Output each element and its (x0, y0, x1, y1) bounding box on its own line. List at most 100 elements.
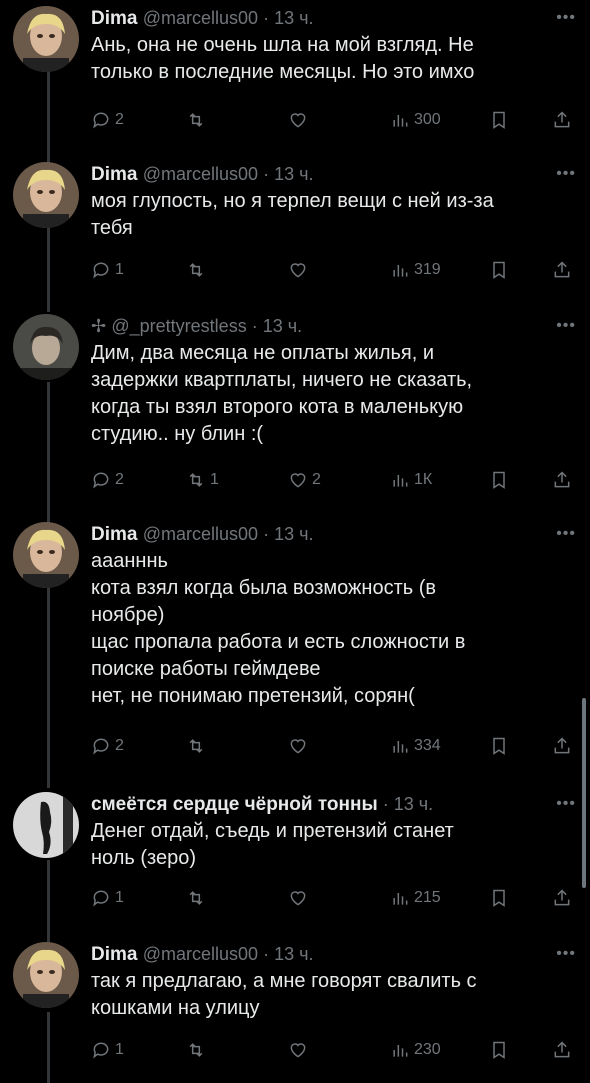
retweet-button[interactable] (186, 108, 210, 132)
views-icon (393, 1045, 408, 1057)
tweet-text: Денег отдай, съедь и претензий станет но… (91, 820, 454, 869)
timestamp[interactable]: 13 ч. (263, 316, 302, 336)
author-handle[interactable]: @marcellus00 (143, 8, 258, 28)
timestamp[interactable]: 13 ч. (274, 8, 313, 28)
views-button[interactable]: 1К (390, 468, 432, 492)
more-icon[interactable]: ••• (556, 162, 576, 186)
tweet[interactable]: ✢ @_prettyrestless · 13 ч. ••• Дим, два … (0, 314, 590, 504)
heart-icon (290, 263, 306, 278)
author-name[interactable]: Dima (91, 944, 137, 965)
like-button[interactable] (288, 734, 312, 758)
share-button[interactable] (552, 258, 572, 282)
retweet-icon (189, 473, 203, 487)
reply-button[interactable]: 1 (91, 258, 124, 282)
reply-button[interactable]: 1 (91, 1038, 124, 1062)
more-icon[interactable]: ••• (556, 522, 576, 546)
like-button[interactable] (288, 258, 312, 282)
like-button[interactable] (288, 1038, 312, 1062)
avatar[interactable] (13, 942, 79, 1008)
author-name[interactable]: смеётся сердце чёрной тонны (91, 794, 378, 815)
bookmark-button[interactable] (489, 468, 509, 492)
tweet[interactable]: Dima @marcellus00 · 13 ч. ••• моя глупос… (0, 162, 590, 292)
more-icon[interactable]: ••• (556, 6, 576, 30)
reply-count: 1 (115, 1041, 124, 1058)
author-name[interactable]: Dima (91, 524, 137, 545)
like-count: 2 (312, 471, 321, 488)
share-button[interactable] (552, 734, 572, 758)
views-icon (393, 265, 408, 277)
reply-button[interactable]: 2 (91, 108, 124, 132)
reply-button[interactable]: 2 (91, 734, 124, 758)
views-icon (393, 893, 408, 905)
share-button[interactable] (552, 886, 572, 910)
author-handle[interactable]: @marcellus00 (143, 524, 258, 544)
retweet-icon (189, 113, 203, 127)
share-icon (554, 471, 570, 488)
like-button[interactable]: 2 (288, 468, 321, 492)
more-icon[interactable]: ••• (556, 314, 576, 338)
views-button[interactable]: 319 (390, 258, 441, 282)
views-icon (393, 475, 408, 487)
bookmark-icon (493, 1041, 505, 1059)
scrollbar[interactable] (582, 698, 586, 888)
like-button[interactable] (288, 108, 312, 132)
share-icon (554, 261, 570, 278)
avatar[interactable] (13, 314, 79, 380)
reply-icon (93, 262, 109, 279)
heart-icon (290, 891, 306, 906)
timestamp[interactable]: 13 ч. (274, 524, 313, 544)
view-count: 319 (414, 261, 441, 278)
bookmark-button[interactable] (489, 734, 509, 758)
tweet[interactable]: Dima @marcellus00 · 13 ч. ••• ааанннь ко… (0, 522, 590, 772)
bookmark-button[interactable] (489, 1038, 509, 1062)
tweet[interactable]: смеётся сердце чёрной тонны · 13 ч. ••• … (0, 792, 590, 922)
reply-count: 2 (115, 111, 124, 128)
reply-icon (93, 738, 109, 755)
tweet-text: Дим, два месяца не оплаты жилья, и задер… (91, 342, 473, 445)
retweet-icon (189, 891, 203, 905)
retweet-icon (189, 1043, 203, 1057)
more-icon[interactable]: ••• (556, 942, 576, 966)
reply-button[interactable]: 2 (91, 468, 124, 492)
avatar[interactable] (13, 792, 79, 858)
heart-icon (290, 113, 306, 128)
share-button[interactable] (552, 108, 572, 132)
more-icon[interactable]: ••• (556, 792, 576, 816)
bookmark-icon (493, 889, 505, 907)
views-button[interactable]: 334 (390, 734, 441, 758)
reply-icon (93, 112, 109, 129)
author-name[interactable]: Dima (91, 164, 137, 185)
author-handle[interactable]: @marcellus00 (143, 944, 258, 964)
bookmark-button[interactable] (489, 108, 509, 132)
views-button[interactable]: 300 (390, 108, 441, 132)
author-handle[interactable]: @_prettyrestless (111, 316, 246, 336)
author-name[interactable]: ✢ (91, 316, 106, 336)
retweet-button[interactable] (186, 886, 210, 910)
retweet-button[interactable]: 1 (186, 468, 219, 492)
bookmark-button[interactable] (489, 886, 509, 910)
reply-icon (93, 472, 109, 489)
views-button[interactable]: 230 (390, 1038, 441, 1062)
view-count: 215 (414, 889, 441, 906)
share-button[interactable] (552, 468, 572, 492)
like-button[interactable] (288, 886, 312, 910)
avatar[interactable] (13, 6, 79, 72)
avatar[interactable] (13, 522, 79, 588)
reply-button[interactable]: 1 (91, 886, 124, 910)
author-handle[interactable]: @marcellus00 (143, 164, 258, 184)
bookmark-button[interactable] (489, 258, 509, 282)
views-button[interactable]: 215 (390, 886, 441, 910)
reply-count: 2 (115, 471, 124, 488)
retweet-button[interactable] (186, 734, 210, 758)
retweet-button[interactable] (186, 258, 210, 282)
tweet[interactable]: Dima @marcellus00 · 13 ч. ••• Ань, она н… (0, 6, 590, 136)
share-button[interactable] (552, 1038, 572, 1062)
timestamp[interactable]: 13 ч. (274, 164, 313, 184)
avatar[interactable] (13, 162, 79, 228)
timestamp[interactable]: 13 ч. (274, 944, 313, 964)
bookmark-icon (493, 111, 505, 129)
tweet[interactable]: Dima @marcellus00 · 13 ч. ••• так я пред… (0, 942, 590, 1072)
retweet-button[interactable] (186, 1038, 210, 1062)
author-name[interactable]: Dima (91, 8, 137, 29)
timestamp[interactable]: 13 ч. (394, 794, 433, 814)
